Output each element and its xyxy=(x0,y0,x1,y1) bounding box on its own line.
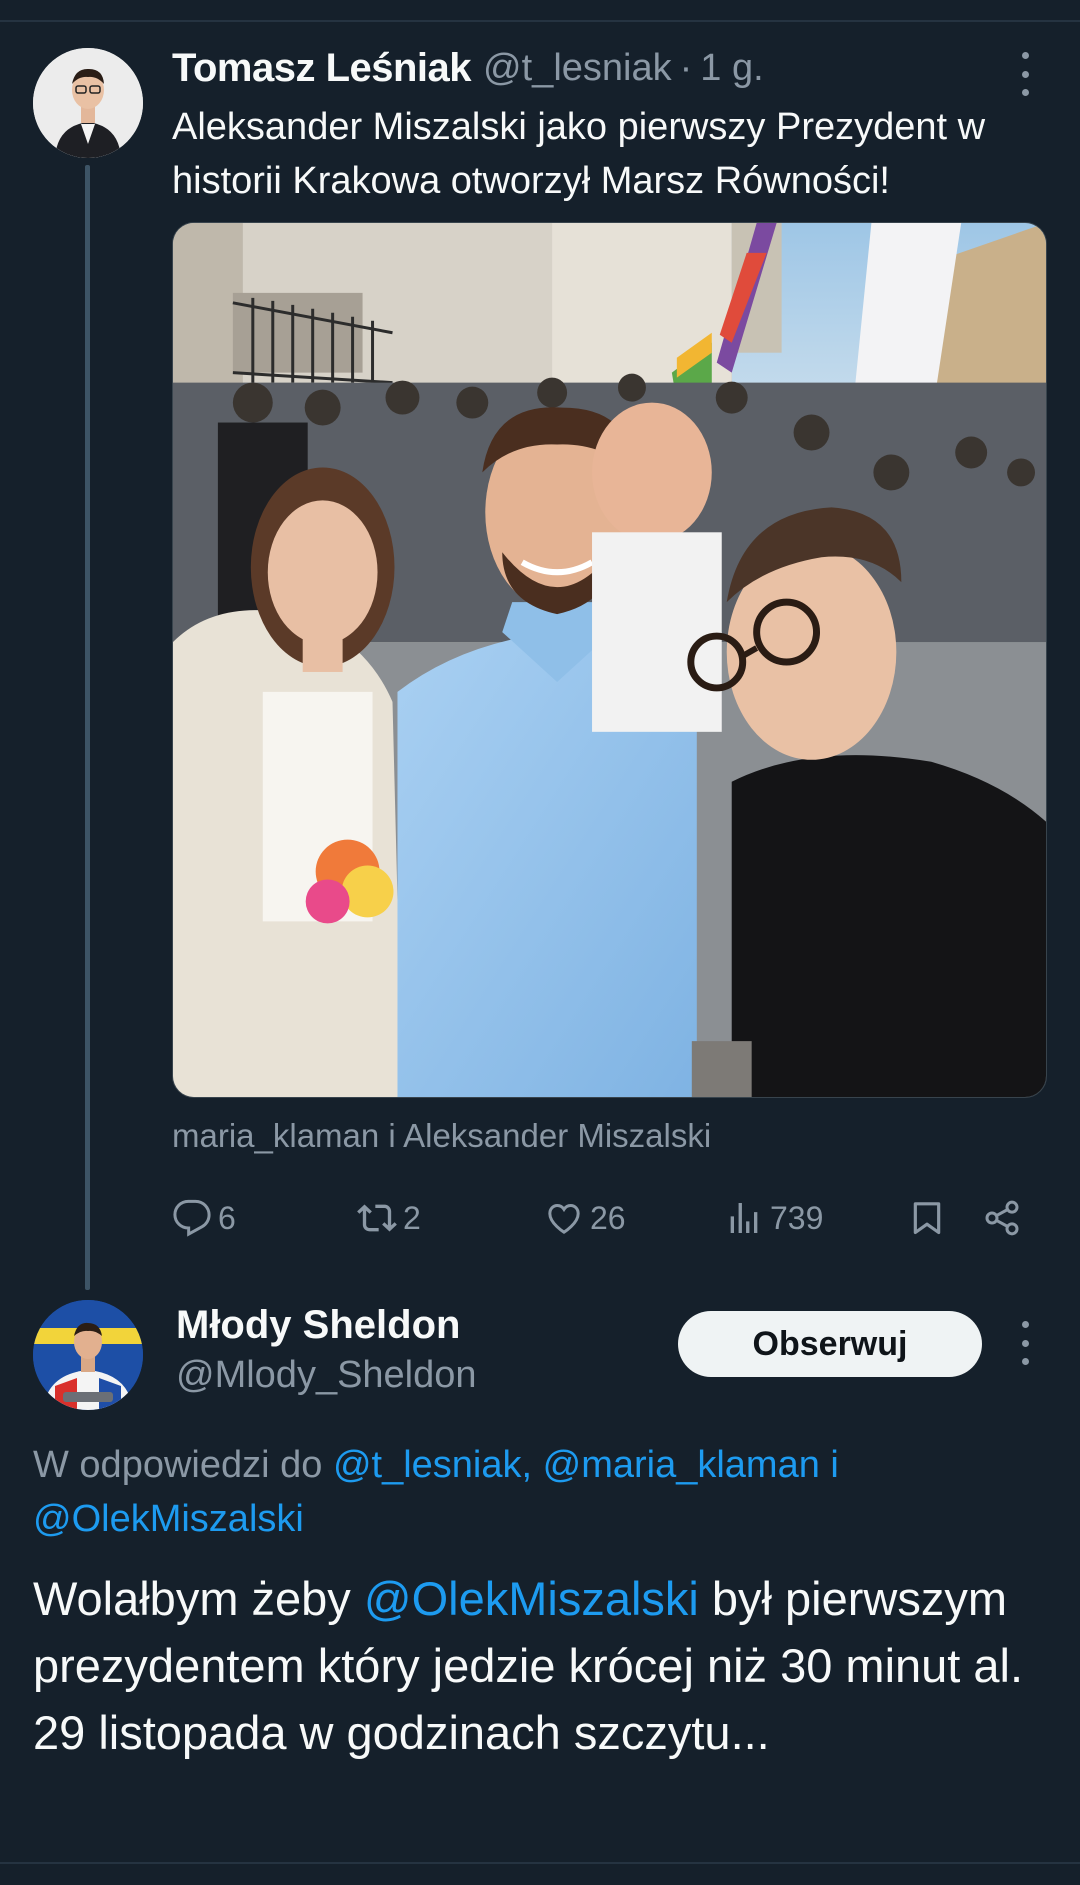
retweet-icon xyxy=(357,1204,397,1232)
author-handle[interactable]: @t_lesniak xyxy=(483,47,672,90)
reply-count: 6 xyxy=(218,1199,236,1236)
like-count: 26 xyxy=(590,1199,626,1236)
replying-mentions[interactable]: @t_lesniak, @maria_klaman xyxy=(333,1444,820,1486)
tweet-text-start: Wolałbym żeby xyxy=(33,1572,351,1625)
follow-button[interactable]: Obserwuj xyxy=(678,1311,982,1377)
views-button[interactable]: 739 xyxy=(724,1190,823,1246)
more-icon[interactable] xyxy=(1013,1321,1037,1365)
tweet-mention-olek[interactable]: @OlekMiszalski xyxy=(364,1572,699,1625)
photo-tags-text: maria_klaman i Aleksander Miszalski xyxy=(172,1117,712,1154)
views-count: 739 xyxy=(770,1199,824,1236)
retweet-button[interactable]: 2 xyxy=(357,1190,421,1246)
replying-mention-olek[interactable]: @OlekMiszalski xyxy=(33,1498,304,1540)
tweet-text: Wolałbym żeby @OlekMiszalski był pierwsz… xyxy=(33,1565,1043,1766)
separator-dot: · xyxy=(679,46,693,89)
reply-icon xyxy=(173,1199,211,1237)
photo-tags[interactable]: maria_klaman i Aleksander Miszalski xyxy=(172,1117,711,1155)
views-icon xyxy=(730,1203,758,1233)
tweet-header: Tomasz Leśniak @t_lesniak · 1 g. xyxy=(172,40,764,96)
tweet-actions: 6 2 26 739 xyxy=(172,1190,1042,1246)
reply-button[interactable]: 6 xyxy=(172,1190,236,1246)
share-button[interactable] xyxy=(982,1190,1028,1246)
retweet-count: 2 xyxy=(403,1199,421,1236)
tweet-timestamp[interactable]: 1 g. xyxy=(700,47,763,90)
heart-icon xyxy=(548,1203,580,1234)
avatar[interactable] xyxy=(33,48,143,158)
author-name[interactable]: Tomasz Leśniak xyxy=(172,46,472,91)
replying-to: W odpowiedzi do @t_lesniak, @maria_klama… xyxy=(33,1438,1033,1546)
top-divider xyxy=(0,20,1080,22)
photo-image xyxy=(173,223,1046,1097)
person-icon xyxy=(33,48,143,158)
tweet-text: Aleksander Miszalski jako pierwszy Prezy… xyxy=(172,106,986,202)
tweet-photo[interactable] xyxy=(172,222,1047,1098)
replying-joiner: i xyxy=(830,1444,839,1486)
bottom-divider xyxy=(0,1862,1080,1864)
share-icon xyxy=(985,1200,1019,1236)
replying-prefix: W odpowiedzi do xyxy=(33,1444,323,1486)
more-icon[interactable] xyxy=(1013,52,1037,96)
bookmark-button[interactable] xyxy=(907,1190,953,1246)
bookmark-icon xyxy=(913,1202,941,1235)
person-icon xyxy=(33,1300,143,1410)
like-button[interactable]: 26 xyxy=(544,1190,626,1246)
avatar[interactable] xyxy=(33,1300,143,1410)
thread-connector xyxy=(85,165,90,1290)
author-name[interactable]: Młody Sheldon xyxy=(176,1303,460,1348)
author-handle[interactable]: @Mlody_Sheldon xyxy=(176,1354,477,1397)
